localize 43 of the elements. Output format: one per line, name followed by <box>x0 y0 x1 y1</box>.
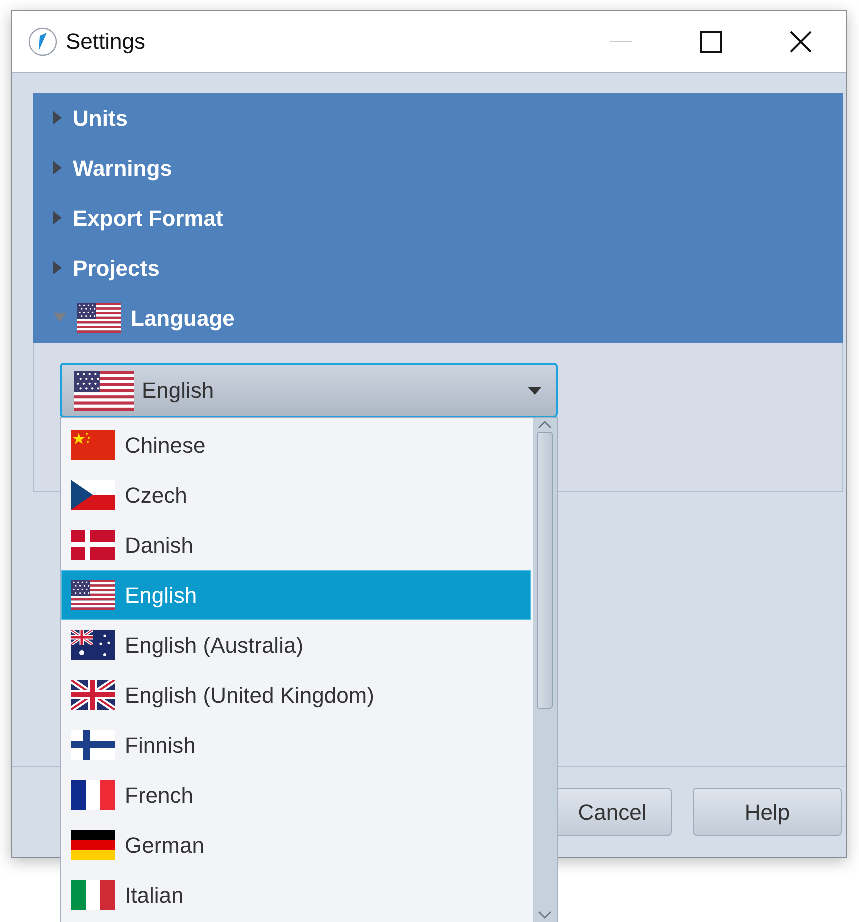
language-option[interactable]: English (Australia) <box>61 620 531 670</box>
czech-flag-icon <box>71 480 115 510</box>
language-option[interactable]: Czech <box>61 470 531 520</box>
window-title: Settings <box>66 28 146 56</box>
denmark-flag-icon <box>71 530 115 560</box>
scroll-down-icon <box>538 911 552 920</box>
expand-arrow-icon <box>53 261 63 275</box>
section-header[interactable]: Language <box>33 293 843 343</box>
language-option[interactable]: Danish <box>61 520 531 570</box>
minimize-icon <box>610 40 632 42</box>
language-option[interactable]: German <box>61 820 531 870</box>
us-flag-icon <box>74 370 134 410</box>
section-header[interactable]: Export Format <box>33 193 843 243</box>
us-flag-icon <box>71 580 115 610</box>
uk-flag-icon <box>71 680 115 710</box>
collapse-arrow-icon <box>53 313 67 323</box>
dialog-button[interactable]: Help <box>693 788 842 836</box>
dropdown-arrow-icon <box>528 386 542 394</box>
germany-flag-icon <box>71 830 115 860</box>
us-flag-icon <box>77 303 121 333</box>
italy-flag-icon <box>71 880 115 910</box>
expand-arrow-icon <box>53 111 63 125</box>
language-dropdown[interactable]: English <box>60 363 558 418</box>
maximize-icon <box>700 30 722 52</box>
section-header[interactable]: Warnings <box>33 143 843 193</box>
language-option[interactable]: Italian <box>61 870 531 920</box>
australia-flag-icon <box>71 630 115 660</box>
close-icon <box>789 30 813 54</box>
france-flag-icon <box>71 780 115 810</box>
language-option[interactable]: French <box>61 770 531 820</box>
language-option[interactable]: English (United Kingdom) <box>61 670 531 720</box>
section-header[interactable]: Units <box>33 93 843 143</box>
china-flag-icon <box>71 430 115 460</box>
language-option[interactable]: Chinese <box>61 420 531 470</box>
scroll-up-icon <box>538 420 552 429</box>
section-header[interactable]: Projects <box>33 243 843 293</box>
scrollbar-thumb[interactable] <box>537 432 553 709</box>
scrollbar[interactable] <box>533 418 557 922</box>
expand-arrow-icon <box>53 161 63 175</box>
expand-arrow-icon <box>53 211 63 225</box>
language-option[interactable]: Finnish <box>61 720 531 770</box>
app-logo-icon <box>28 26 58 56</box>
finland-flag-icon <box>71 730 115 760</box>
